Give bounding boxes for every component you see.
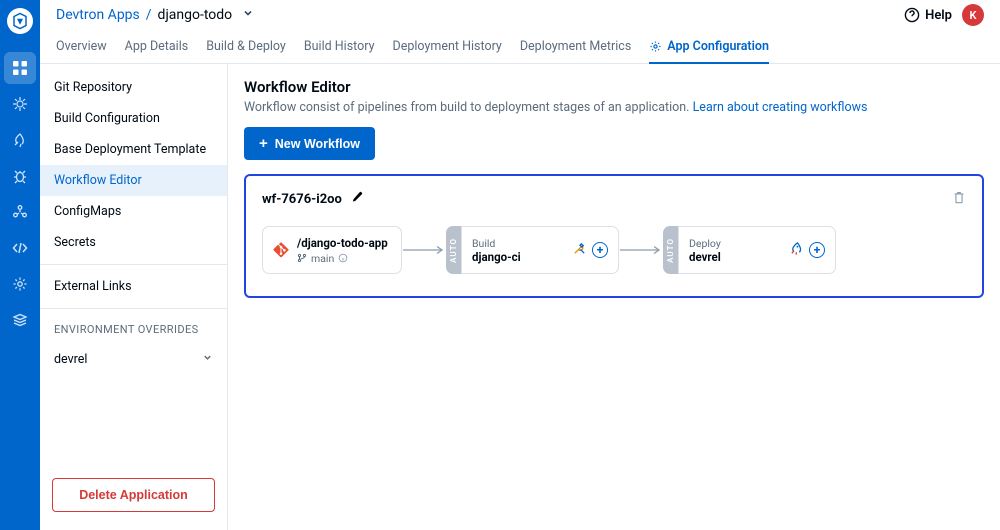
rail-apps-icon[interactable] <box>4 52 36 84</box>
rail-code-icon[interactable] <box>4 232 36 264</box>
tab-deployment-metrics[interactable]: Deployment Metrics <box>520 30 631 63</box>
delete-application-button[interactable]: Delete Application <box>52 478 215 512</box>
sidebar-separator <box>40 308 227 309</box>
app-switcher-chevron-icon[interactable] <box>242 7 254 23</box>
sidebar-separator <box>40 264 227 265</box>
tab-overview[interactable]: Overview <box>56 30 107 63</box>
content-area: Workflow Editor Workflow consist of pipe… <box>228 64 1000 530</box>
build-stage-label: Build <box>472 237 521 250</box>
page-title: Workflow Editor <box>244 78 984 96</box>
pipeline-arrow-icon <box>619 245 663 255</box>
sidebar-item-base-deployment-template[interactable]: Base Deployment Template <box>40 134 227 165</box>
devtron-logo[interactable] <box>7 8 33 34</box>
tab-app-configuration[interactable]: App Configuration <box>649 30 769 63</box>
breadcrumb: Devtron Apps / django-todo <box>56 7 254 23</box>
info-icon <box>338 253 348 263</box>
sidebar-heading-env-overrides: ENVIRONMENT OVERRIDES <box>40 315 227 344</box>
rail-deploy-icon[interactable] <box>4 124 36 156</box>
learn-link[interactable]: Learn about creating workflows <box>693 100 868 115</box>
sidebar-item-external-links[interactable]: External Links <box>40 271 227 302</box>
build-tools-icon <box>572 241 587 259</box>
rail-cluster-icon[interactable] <box>4 196 36 228</box>
sidebar-item-secrets[interactable]: Secrets <box>40 227 227 258</box>
breadcrumb-separator: / <box>146 7 152 23</box>
plus-icon: + <box>259 136 268 151</box>
sidebar-env-name: devrel <box>54 352 87 367</box>
deploy-env-name: devrel <box>689 250 721 264</box>
rail-settings-icon[interactable] <box>4 268 36 300</box>
breadcrumb-root[interactable]: Devtron Apps <box>56 7 140 23</box>
nav-rail <box>0 0 40 530</box>
tab-build-history[interactable]: Build History <box>304 30 375 63</box>
add-deploy-stage-button[interactable]: + <box>809 242 825 258</box>
sidebar-item-git-repository[interactable]: Git Repository <box>40 72 227 103</box>
deploy-rocket-icon <box>789 241 804 259</box>
workflow-pipeline: /django-todo-app main <box>262 226 966 274</box>
pipeline-build-stage[interactable]: AUTO Build django-ci <box>446 226 619 274</box>
rail-stack-icon[interactable] <box>4 304 36 336</box>
build-pipeline-name: django-ci <box>472 250 521 264</box>
tab-build-deploy[interactable]: Build & Deploy <box>206 30 286 63</box>
rail-helm-icon[interactable] <box>4 88 36 120</box>
user-avatar[interactable]: K <box>962 4 984 26</box>
app-tabs: Overview App Details Build & Deploy Buil… <box>40 30 1000 64</box>
add-build-stage-button[interactable]: + <box>592 242 608 258</box>
source-repo-name: /django-todo-app <box>297 236 388 250</box>
pipeline-arrow-icon <box>402 245 446 255</box>
workflow-panel: wf-7676-i2oo <box>244 174 984 298</box>
sidebar-item-build-configuration[interactable]: Build Configuration <box>40 103 227 134</box>
pipeline-source-node[interactable]: /django-todo-app main <box>262 226 402 274</box>
source-branch-name: main <box>311 252 334 265</box>
chevron-down-icon <box>202 352 213 367</box>
page-subtitle: Workflow consist of pipelines from build… <box>244 100 984 115</box>
delete-workflow-icon[interactable] <box>952 190 966 208</box>
pipeline-deploy-stage[interactable]: AUTO Deploy devrel + <box>663 226 836 274</box>
auto-trigger-tag: AUTO <box>663 226 678 274</box>
workflow-name: wf-7676-i2oo <box>262 192 342 207</box>
sidebar-item-configmaps[interactable]: ConfigMaps <box>40 196 227 227</box>
new-workflow-button[interactable]: + New Workflow <box>244 127 375 160</box>
sidebar-item-workflow-editor[interactable]: Workflow Editor <box>40 165 227 196</box>
new-workflow-label: New Workflow <box>275 137 360 151</box>
config-sidebar: Git Repository Build Configuration Base … <box>40 64 228 530</box>
help-button[interactable]: Help <box>904 7 952 23</box>
git-icon <box>273 242 289 258</box>
rail-bug-icon[interactable] <box>4 160 36 192</box>
help-icon <box>904 7 920 23</box>
tab-app-configuration-label: App Configuration <box>667 39 769 54</box>
deploy-stage-label: Deploy <box>689 237 721 250</box>
breadcrumb-app: django-todo <box>158 7 233 23</box>
edit-workflow-name-icon[interactable] <box>350 190 364 208</box>
sidebar-env-item[interactable]: devrel <box>40 344 227 375</box>
help-label: Help <box>925 8 952 23</box>
tab-app-details[interactable]: App Details <box>125 30 189 63</box>
auto-trigger-tag: AUTO <box>446 226 461 274</box>
gear-icon <box>649 40 662 53</box>
branch-icon <box>297 253 307 263</box>
tab-deployment-history[interactable]: Deployment History <box>393 30 502 63</box>
page-header: Devtron Apps / django-todo Help K <box>40 0 1000 30</box>
